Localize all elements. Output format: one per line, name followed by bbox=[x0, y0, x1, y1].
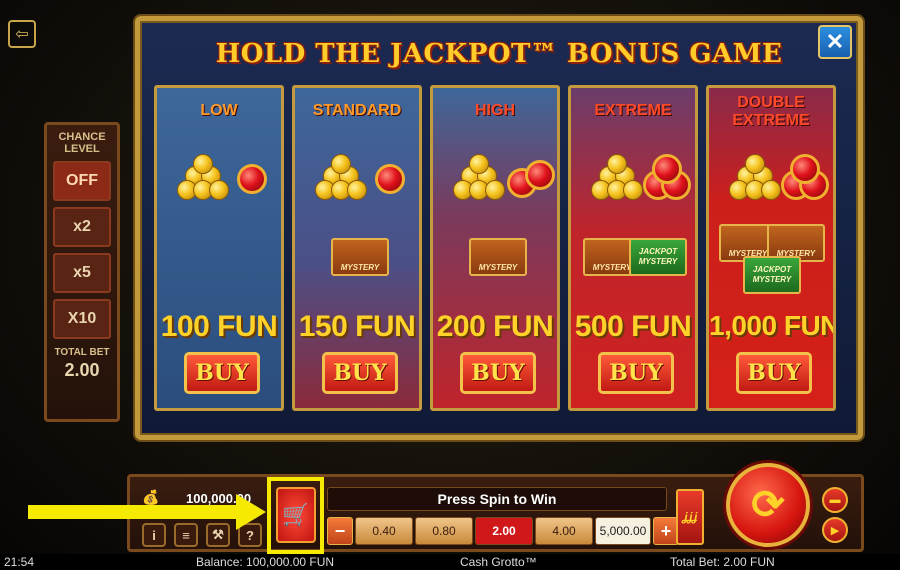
close-button[interactable]: ✕ bbox=[818, 25, 852, 59]
settings-icon[interactable]: ⚒ bbox=[206, 523, 230, 547]
coins-icon bbox=[171, 154, 271, 204]
price-label: 150 FUN bbox=[298, 310, 416, 343]
total-bet-label: TOTAL BET bbox=[54, 347, 110, 358]
price-label: 1,000 FUN bbox=[709, 310, 836, 341]
status-strip: 21:54 Balance: 100,000.00 FUN Cash Grott… bbox=[0, 554, 900, 570]
buy-high-button[interactable]: BUY bbox=[460, 352, 536, 394]
bet-option[interactable]: 5,000.00 bbox=[595, 517, 651, 545]
ruby-icon bbox=[237, 164, 267, 194]
bet-option[interactable]: 0.40 bbox=[355, 517, 413, 545]
spin-button[interactable]: ⟳ bbox=[726, 463, 810, 547]
bonus-card-high: HIGH MYSTERY 200 FUN BUY bbox=[430, 85, 560, 411]
turbo-icon[interactable]: ▬ bbox=[822, 487, 848, 513]
buy-extreme-button[interactable]: BUY bbox=[598, 352, 674, 394]
bonus-card-list: LOW 100 FUN BUY STANDARD MYSTERY 150 FUN… bbox=[154, 85, 836, 411]
modal-title: HOLD THE JACKPOT™ BONUS GAME bbox=[215, 39, 783, 69]
mystery-chest-icon: MYSTERY bbox=[331, 238, 389, 276]
exit-icon[interactable]: ⇦ bbox=[8, 20, 36, 48]
chance-x10-button[interactable]: X10 bbox=[53, 299, 111, 339]
bonus-card-standard: STANDARD MYSTERY 150 FUN BUY bbox=[292, 85, 422, 411]
ruby-icon bbox=[652, 154, 682, 184]
mystery-chest-icon: MYSTERY bbox=[469, 238, 527, 276]
bet-option-selected[interactable]: 2.00 bbox=[475, 517, 533, 545]
coins-icon bbox=[309, 154, 409, 204]
jackpot-mystery-chest-icon: JACKPOT MYSTERY bbox=[743, 256, 801, 294]
ruby-icon bbox=[790, 154, 820, 184]
coins-icon bbox=[585, 154, 691, 204]
clock: 21:54 bbox=[4, 555, 35, 569]
chance-level-panel: CHANCE LEVEL OFF x2 x5 X10 TOTAL BET 2.0… bbox=[44, 122, 120, 422]
buy-low-button[interactable]: BUY bbox=[184, 352, 260, 394]
jackpot-mystery-chest-icon: JACKPOT MYSTERY bbox=[629, 238, 687, 276]
autoplay-button[interactable]: ʝʝʝ bbox=[676, 489, 704, 545]
tier-label: LOW bbox=[200, 102, 238, 119]
tier-label: EXTREME bbox=[594, 102, 672, 119]
price-label: 500 FUN bbox=[574, 310, 692, 343]
bet-selector: − 0.40 0.80 2.00 4.00 5,000.00 + bbox=[327, 517, 679, 545]
bet-decrease-button[interactable]: − bbox=[327, 517, 353, 545]
bonus-card-double-extreme: DOUBLE EXTREME MYSTERY MYSTERY JACKPOT M… bbox=[706, 85, 836, 411]
bonus-buy-modal: HOLD THE JACKPOT™ BONUS GAME ✕ LOW 100 F… bbox=[135, 16, 863, 440]
highlight-box bbox=[267, 477, 324, 554]
status-message: Press Spin to Win bbox=[327, 487, 667, 511]
bet-option[interactable]: 0.80 bbox=[415, 517, 473, 545]
chance-x5-button[interactable]: x5 bbox=[53, 253, 111, 293]
ruby-icon bbox=[375, 164, 405, 194]
tier-label: STANDARD bbox=[312, 102, 402, 119]
chance-level-title: CHANCE LEVEL bbox=[58, 131, 106, 155]
game-name: Cash Grotto™ bbox=[460, 555, 537, 569]
total-bet-value: 2.00 bbox=[64, 360, 100, 380]
coins-icon bbox=[447, 154, 555, 204]
pointer-arrow bbox=[28, 505, 238, 519]
ruby-icon bbox=[525, 160, 555, 190]
info-button[interactable]: i bbox=[142, 523, 166, 547]
tier-label: HIGH bbox=[475, 102, 515, 119]
balance-text: Balance: 100,000.00 FUN bbox=[196, 555, 335, 569]
coins-icon bbox=[723, 154, 829, 204]
price-label: 100 FUN bbox=[160, 310, 278, 343]
buy-double-extreme-button[interactable]: BUY bbox=[736, 352, 812, 394]
menu-button[interactable]: ≡ bbox=[174, 523, 198, 547]
pointer-arrow-head bbox=[236, 494, 266, 530]
bet-option[interactable]: 4.00 bbox=[535, 517, 593, 545]
tier-label: DOUBLE EXTREME bbox=[732, 94, 810, 129]
buy-standard-button[interactable]: BUY bbox=[322, 352, 398, 394]
price-label: 200 FUN bbox=[436, 310, 554, 343]
chance-off-button[interactable]: OFF bbox=[53, 161, 111, 201]
autoplay-play-icon[interactable]: ▶ bbox=[822, 517, 848, 543]
bonus-card-extreme: EXTREME MYSTERY JACKPOT MYSTERY 500 FUN … bbox=[568, 85, 698, 411]
total-bet-text: Total Bet: 2.00 FUN bbox=[670, 555, 775, 569]
chance-x2-button[interactable]: x2 bbox=[53, 207, 111, 247]
bonus-card-low: LOW 100 FUN BUY bbox=[154, 85, 284, 411]
